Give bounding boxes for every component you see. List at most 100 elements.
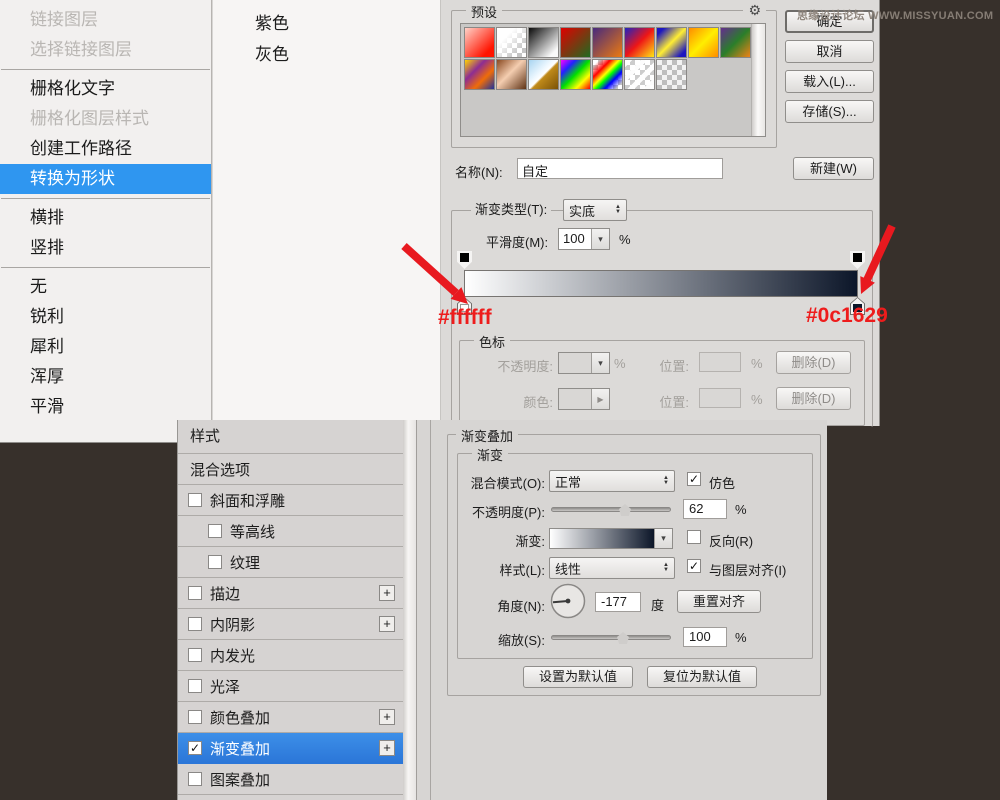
style-row-contour[interactable]: 等高线	[178, 516, 403, 547]
align-label: 与图层对齐(I)	[709, 560, 786, 579]
gradient-preset-swatch[interactable]	[528, 59, 559, 90]
angle-dial[interactable]	[549, 582, 587, 620]
menu-item-sharp[interactable]: 锐利	[0, 302, 211, 332]
style-row-label: 颜色叠加	[210, 707, 270, 728]
stop-opacity-value	[559, 353, 591, 373]
submenu-item-grays[interactable]: 灰色	[213, 39, 440, 70]
opacity-slider-track[interactable]	[551, 507, 671, 512]
style-row-label: 光泽	[210, 676, 240, 697]
scale-percent: %	[735, 630, 747, 645]
angle-value-input[interactable]: -177	[595, 592, 641, 612]
menu-item-rasterize-type[interactable]: 栅格化文字	[0, 74, 211, 104]
style-row-label: 混合选项	[190, 459, 250, 480]
add-effect-button[interactable]: +	[379, 740, 395, 756]
preset-scrollbar[interactable]	[751, 24, 765, 136]
reverse-checkbox[interactable]	[687, 530, 701, 544]
blend-mode-dropdown[interactable]: 正常 ▲▼	[549, 470, 675, 492]
gradient-preset-swatch[interactable]	[624, 27, 655, 58]
gradient-preset-swatch[interactable]	[464, 59, 495, 90]
gradient-preset-swatch[interactable]	[464, 27, 495, 58]
checkbox[interactable]	[208, 555, 222, 569]
gradient-preset-swatch[interactable]	[688, 27, 719, 58]
dropdown-arrow-icon: ▾	[591, 353, 609, 373]
dropdown-arrow-icon[interactable]: ▾	[654, 529, 672, 548]
gradient-preset-swatch[interactable]	[496, 59, 527, 90]
checkbox[interactable]	[188, 710, 202, 724]
style-row-bevel-emboss[interactable]: 斜面和浮雕	[178, 485, 403, 516]
gradient-name-input[interactable]: 自定	[517, 158, 723, 179]
menu-item-vertical[interactable]: 竖排	[0, 233, 211, 263]
load-button[interactable]: 载入(L)...	[785, 70, 874, 93]
stop-position-percent: %	[751, 392, 763, 407]
stop-color-value	[559, 389, 591, 409]
reset-alignment-button[interactable]: 重置对齐	[677, 590, 761, 613]
add-effect-button[interactable]: +	[379, 709, 395, 725]
gear-icon[interactable]: ⚙	[743, 2, 766, 19]
style-row-label: 图案叠加	[210, 769, 270, 790]
checkbox[interactable]	[188, 648, 202, 662]
style-row-stroke[interactable]: 描边 +	[178, 578, 403, 609]
menu-item-smooth[interactable]: 平滑	[0, 392, 211, 422]
opacity-value-input[interactable]: 62	[683, 499, 727, 519]
align-checkbox[interactable]: ✓	[687, 559, 701, 573]
set-default-button[interactable]: 设置为默认值	[523, 666, 633, 688]
scale-value-input[interactable]: 100	[683, 627, 727, 647]
checkbox[interactable]	[188, 586, 202, 600]
gradient-preset-swatch[interactable]	[656, 27, 687, 58]
gradient-preset-swatch[interactable]	[592, 27, 623, 58]
checkbox-checked[interactable]: ✓	[188, 741, 202, 755]
smoothness-percent: %	[619, 232, 631, 247]
style-row-inner-glow[interactable]: 内发光	[178, 640, 403, 671]
checkbox[interactable]	[188, 679, 202, 693]
menu-item-convert-to-shape[interactable]: 转换为形状	[0, 164, 211, 194]
delete-stop-button: 删除(D)	[776, 387, 851, 410]
checkbox[interactable]	[188, 772, 202, 786]
gradient-preview-dropdown[interactable]: ▾	[549, 528, 673, 549]
gradient-preset-swatch[interactable]	[624, 59, 655, 90]
menu-item-crisp[interactable]: 犀利	[0, 332, 211, 362]
watermark-text: 思缘设计论坛 WWW.MISSYUAN.COM	[797, 7, 997, 23]
checkbox[interactable]	[188, 493, 202, 507]
gradient-type-value: 实底	[569, 201, 595, 220]
submenu-item-purples[interactable]: 紫色	[213, 8, 440, 39]
style-row-blending-options[interactable]: 混合选项	[178, 454, 403, 485]
styles-list-scrollbar[interactable]	[403, 420, 417, 800]
gradient-preset-swatch[interactable]	[592, 59, 623, 90]
checkbox[interactable]	[208, 524, 222, 538]
gradient-type-dropdown[interactable]: 实底 ▲▼	[563, 199, 627, 221]
gradient-type-label: 渐变类型(T):	[475, 202, 547, 217]
add-effect-button[interactable]: +	[379, 616, 395, 632]
dither-checkbox[interactable]: ✓	[687, 472, 701, 486]
menu-item-horizontal[interactable]: 横排	[0, 203, 211, 233]
style-row-inner-shadow[interactable]: 内阴影 +	[178, 609, 403, 640]
style-row-gradient-overlay[interactable]: ✓ 渐变叠加 +	[178, 733, 403, 764]
style-row-color-overlay[interactable]: 颜色叠加 +	[178, 702, 403, 733]
cancel-button[interactable]: 取消	[785, 40, 874, 63]
style-row-satin[interactable]: 光泽	[178, 671, 403, 702]
gradient-preset-swatch[interactable]	[528, 27, 559, 58]
smoothness-combo[interactable]: 100 ▾	[558, 228, 610, 250]
gradient-preset-swatch[interactable]	[560, 27, 591, 58]
scale-slider-track[interactable]	[551, 635, 671, 640]
gradient-preset-swatch[interactable]	[496, 27, 527, 58]
style-row-pattern-overlay[interactable]: 图案叠加	[178, 764, 403, 795]
reset-default-button[interactable]: 复位为默认值	[647, 666, 757, 688]
dropdown-arrow-icon[interactable]: ▾	[591, 229, 609, 249]
style-row-label: 渐变叠加	[210, 738, 270, 759]
checkbox[interactable]	[188, 617, 202, 631]
gradient-preset-swatch[interactable]	[656, 59, 687, 90]
gradient-bar[interactable]	[464, 270, 858, 297]
style-row-outer-glow[interactable]: 外发光	[178, 795, 403, 800]
menu-item-link-layers: 链接图层	[0, 5, 211, 35]
menu-item-none[interactable]: 无	[0, 272, 211, 302]
save-button[interactable]: 存储(S)...	[785, 100, 874, 123]
add-effect-button[interactable]: +	[379, 585, 395, 601]
scale-label: 缩放(S):	[433, 630, 545, 649]
menu-item-create-work-path[interactable]: 创建工作路径	[0, 134, 211, 164]
gradient-preset-swatch[interactable]	[560, 59, 591, 90]
style-row-texture[interactable]: 纹理	[178, 547, 403, 578]
overlay-style-dropdown[interactable]: 线性 ▲▼	[549, 557, 675, 579]
menu-item-strong[interactable]: 浑厚	[0, 362, 211, 392]
new-button[interactable]: 新建(W)	[793, 157, 874, 180]
gradient-preset-swatch[interactable]	[720, 27, 751, 58]
